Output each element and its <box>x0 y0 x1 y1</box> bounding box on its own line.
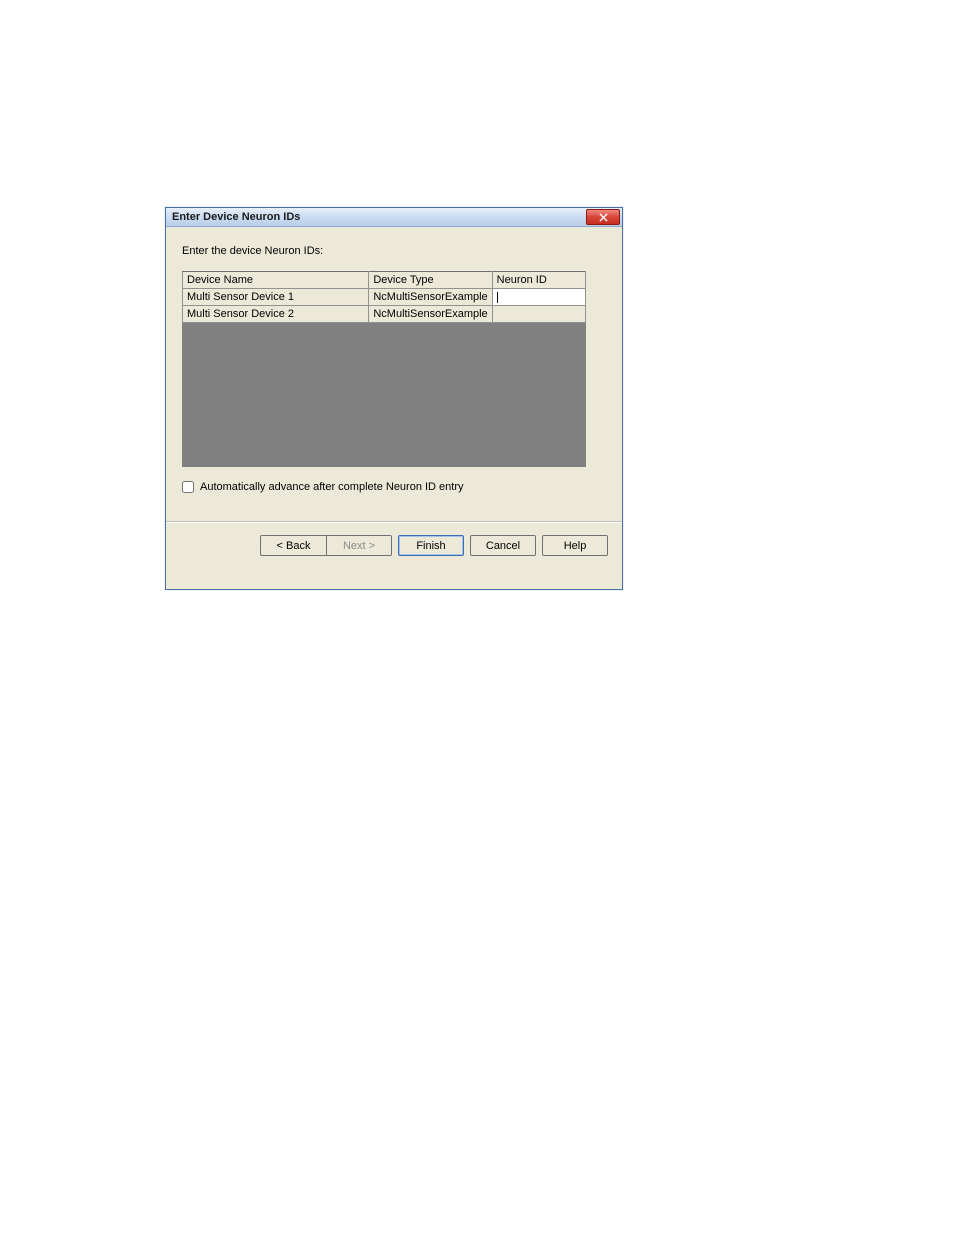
cancel-button[interactable]: Cancel <box>470 535 536 556</box>
finish-button[interactable]: Finish <box>398 535 464 556</box>
button-row: < Back Next > Finish Cancel Help <box>166 523 622 556</box>
back-button[interactable]: < Back <box>260 535 326 556</box>
device-table: Device Name Device Type Neuron ID Multi … <box>182 271 586 323</box>
close-button[interactable] <box>586 209 620 225</box>
auto-advance-row[interactable]: Automatically advance after complete Neu… <box>182 481 608 493</box>
dialog-title: Enter Device Neuron IDs <box>172 211 300 223</box>
table-row: Multi Sensor Device 2 NcMultiSensorExamp… <box>183 306 586 323</box>
auto-advance-label: Automatically advance after complete Neu… <box>200 481 464 493</box>
cell-device-type[interactable]: NcMultiSensorExample <box>369 289 492 306</box>
device-table-wrap: Device Name Device Type Neuron ID Multi … <box>182 271 586 467</box>
next-button: Next > <box>326 535 392 556</box>
col-device-name[interactable]: Device Name <box>183 272 369 289</box>
close-icon <box>599 213 608 222</box>
col-device-type[interactable]: Device Type <box>369 272 492 289</box>
help-button[interactable]: Help <box>542 535 608 556</box>
auto-advance-checkbox[interactable] <box>182 481 194 493</box>
instruction-text: Enter the device Neuron IDs: <box>182 245 608 257</box>
cell-device-type[interactable]: NcMultiSensorExample <box>369 306 492 323</box>
text-cursor-icon <box>497 292 498 303</box>
table-header-row: Device Name Device Type Neuron ID <box>183 272 586 289</box>
titlebar: Enter Device Neuron IDs <box>166 208 622 227</box>
content-area: Enter the device Neuron IDs: Device Name… <box>166 227 622 493</box>
cell-neuron-id[interactable] <box>492 306 585 323</box>
cell-device-name[interactable]: Multi Sensor Device 1 <box>183 289 369 306</box>
cell-device-name[interactable]: Multi Sensor Device 2 <box>183 306 369 323</box>
nav-button-group: < Back Next > <box>260 535 392 556</box>
cell-neuron-id[interactable] <box>492 289 585 306</box>
col-neuron-id[interactable]: Neuron ID <box>492 272 585 289</box>
table-row: Multi Sensor Device 1 NcMultiSensorExamp… <box>183 289 586 306</box>
dialog-window: Enter Device Neuron IDs Enter the device… <box>165 207 623 590</box>
